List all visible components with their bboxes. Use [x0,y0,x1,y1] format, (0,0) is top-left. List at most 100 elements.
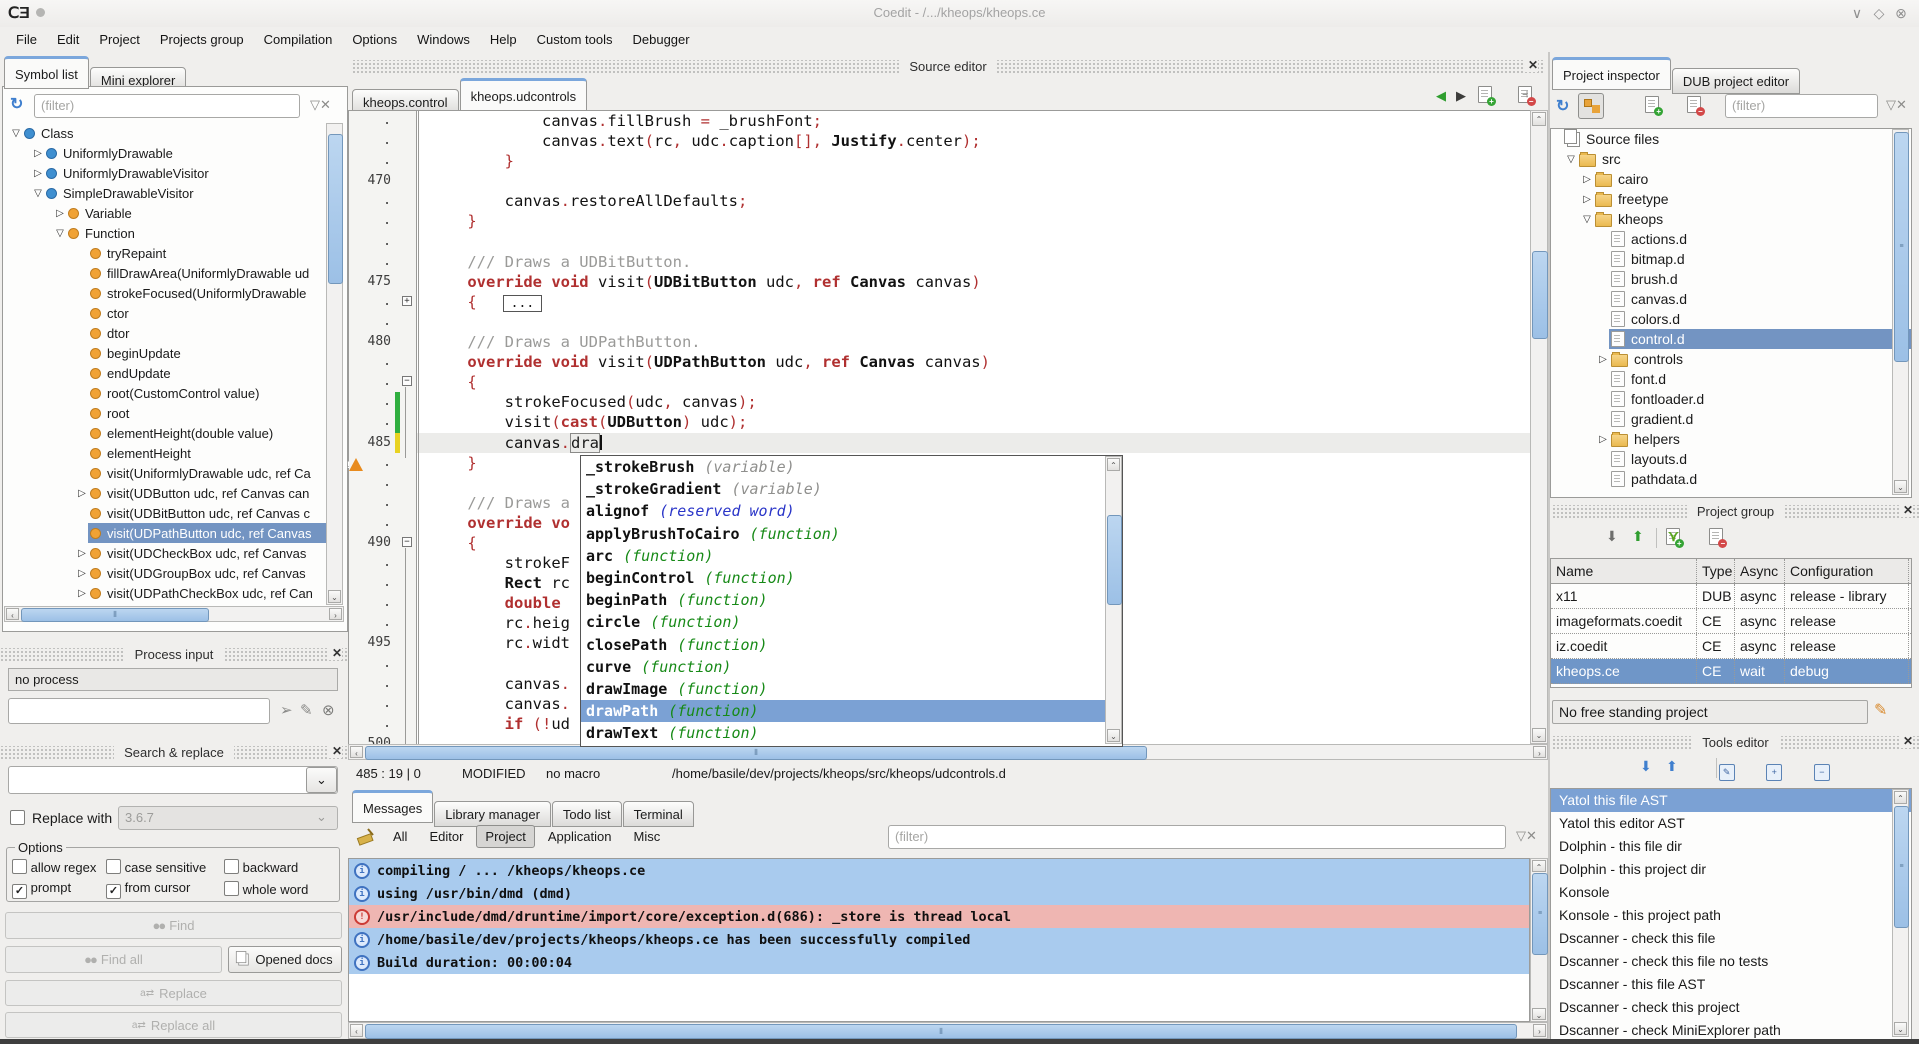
symbol-item-visit-udbutton-udc-ref-canvas-can[interactable]: ▷visit(UDButton udc, ref Canvas can [4,483,326,503]
code-line-r7[interactable]: . /// Draws a UDBitButton. [349,252,1530,272]
clear-inspector-filter-icon[interactable]: ▽✕ [1886,97,1907,113]
project-row-x11[interactable]: x11DUBasyncrelease - library [1551,584,1911,609]
move-tool-down-icon[interactable]: ⬇ [1640,758,1652,775]
symbol-item-uniformlydrawable[interactable]: ▷UniformlyDrawable [4,143,326,163]
completion-list[interactable]: _strokeBrush(variable)_strokeGradient(va… [581,456,1105,746]
message-info[interactable]: iusing /usr/bin/dmd (dmd) [349,882,1529,905]
symbol-item-root-customcontrol-value[interactable]: root(CustomControl value) [4,383,326,403]
close-process-panel-icon[interactable]: ✕ [328,646,342,660]
column-async[interactable]: Async [1735,559,1785,583]
fold-collapse-icon[interactable]: − [402,376,412,386]
code-line-r1[interactable]: . canvas.text(rc, udc.caption[], Justify… [349,131,1530,151]
menu-compilation[interactable]: Compilation [254,29,343,50]
expand-icon[interactable]: ▷ [1597,434,1609,445]
menu-help[interactable]: Help [480,29,527,50]
message-info[interactable]: icompiling / ... /kheops/kheops.ce [349,859,1529,882]
checkbox-from-cursor[interactable]: ✓ [106,884,121,899]
completion-item-circle[interactable]: circle(function) [581,611,1105,633]
code-line-480[interactable]: 480 /// Draws a UDPathButton. [349,332,1530,352]
close-search-panel-icon[interactable]: ✕ [328,744,342,758]
symbol-item-visit-udpathbutton-udc-ref-canvas[interactable]: visit(UDPathButton udc, ref Canvas [4,523,326,543]
completion-item-strokegradient[interactable]: _strokeGradient(variable) [581,478,1105,500]
checkbox-case-sensitive[interactable] [106,859,121,874]
code-line-r12[interactable]: . override void visit(UDPathButton udc, … [349,352,1530,372]
remove-project-icon[interactable]: − [1709,528,1723,545]
column-name[interactable]: Name [1551,559,1697,583]
tab-todo-list[interactable]: Todo list [552,801,622,827]
file-item-controls[interactable]: ▷controls [1551,349,1911,369]
symbol-item-class[interactable]: ▽Class [4,123,326,143]
expand-icon[interactable]: ▷ [76,568,88,579]
expand-icon[interactable]: ▽ [54,228,66,239]
fold-expand-icon[interactable]: + [402,296,412,306]
file-item-freetype[interactable]: ▷freetype [1551,189,1911,209]
send-input-pencil-icon[interactable]: ✎ [300,701,313,719]
clear-message-filter-icon[interactable]: ▽✕ [1516,828,1537,844]
file-item-cairo[interactable]: ▷cairo [1551,169,1911,189]
edit-free-standing-icon[interactable]: ✎ [1874,700,1887,720]
maximize-icon[interactable]: ◇ [1869,5,1889,22]
move-tool-up-icon[interactable]: ⬆ [1666,758,1678,775]
code-line-r5[interactable]: . } [349,211,1530,231]
code-line-r4[interactable]: . canvas.restoreAllDefaults; [349,191,1530,211]
symbol-item-visit-udgroupbox-udc-ref-canvas[interactable]: ▷visit(UDGroupBox udc, ref Canvas [4,563,326,583]
project-row-imageformats-coedit[interactable]: imageformats.coeditCEasyncrelease [1551,609,1911,634]
replace-button[interactable]: a⇄Replace [5,980,342,1006]
checkbox-backward[interactable] [224,859,239,874]
symbol-item-visit-udpathcheckbox-udc-ref-can[interactable]: ▷visit(UDPathCheckBox udc, ref Can [4,583,326,603]
symbol-hscrollbar[interactable]: ‹ › ⦀ [4,606,344,622]
tool-yatol-this-editor-ast[interactable]: Yatol this editor AST [1551,812,1911,835]
completion-item-beginpath[interactable]: beginPath(function) [581,589,1105,611]
checkbox-allow-regex[interactable] [12,859,27,874]
file-item-kheops[interactable]: ▽kheops [1551,209,1911,229]
menu-options[interactable]: Options [342,29,407,50]
tool-dscanner-check-miniexplorer-path[interactable]: Dscanner - check MiniExplorer path [1551,1019,1911,1040]
completion-item-applybrushtocairo[interactable]: applyBrushToCairo(function) [581,523,1105,545]
column-configuration[interactable]: Configuration [1785,559,1909,583]
symbol-item-ctor[interactable]: ctor [4,303,326,323]
file-item-helpers[interactable]: ▷helpers [1551,429,1911,449]
file-item-bitmap-d[interactable]: bitmap.d [1551,249,1911,269]
symbol-item-visit-udbitbutton-udc-ref-canvas-c[interactable]: visit(UDBitButton udc, ref Canvas c [4,503,326,523]
symbol-item-elementheight[interactable]: elementHeight [4,443,326,463]
tab-symbol-list[interactable]: Symbol list [4,56,89,89]
menu-custom-tools[interactable]: Custom tools [527,29,623,50]
expand-icon[interactable]: ▷ [76,548,88,559]
code-line-r10[interactable]: . [349,312,1530,332]
edit-tool-icon[interactable]: ✎ [1719,764,1735,781]
move-project-down-icon[interactable]: ⬇ [1606,528,1618,545]
filter-editor[interactable]: Editor [420,825,472,848]
table-header[interactable]: NameTypeAsyncConfiguration [1551,559,1911,584]
symbol-item-elementheight-double-value[interactable]: elementHeight(double value) [4,423,326,443]
search-input[interactable] [8,766,338,794]
menu-file[interactable]: File [6,29,47,50]
minimize-icon[interactable]: ∨ [1847,5,1867,22]
refresh-symbols-icon[interactable]: ↻ [10,94,23,114]
symbol-item-visit[interactable]: ▷visit( [4,603,326,605]
file-item-fontloader-d[interactable]: fontloader.d [1551,389,1911,409]
inspector-filter-input[interactable]: (filter) [1725,94,1878,118]
tab-library-manager[interactable]: Library manager [434,801,551,827]
symbol-filter-input[interactable]: (filter) [34,94,300,118]
tool-konsole[interactable]: Konsole [1551,881,1911,904]
add-tool-icon[interactable]: + [1766,764,1782,781]
close-editor-panel-icon[interactable]: ✕ [1524,58,1538,72]
menu-project[interactable]: Project [89,29,149,50]
expand-icon[interactable]: ▷ [32,168,44,179]
messages-hscrollbar[interactable]: ‹ › ⦀ [348,1022,1548,1039]
symbol-item-root[interactable]: root [4,403,326,423]
checkbox-whole-word[interactable] [224,881,239,896]
move-project-up-icon[interactable]: ⬆ [1632,528,1644,545]
column-type[interactable]: Type [1697,559,1735,583]
symbol-item-visit-udcheckbox-udc-ref-canvas[interactable]: ▷visit(UDCheckBox udc, ref Canvas [4,543,326,563]
symbol-item-beginupdate[interactable]: beginUpdate [4,343,326,363]
expand-icon[interactable]: ▷ [76,488,88,499]
project-row-iz-coedit[interactable]: iz.coeditCEasyncrelease [1551,634,1911,659]
symbol-item-variable[interactable]: ▷Variable [4,203,326,223]
tree-view-toggle[interactable] [1578,93,1604,119]
symbol-item-visit-uniformlydrawable-udc-ref-ca[interactable]: visit(UniformlyDrawable udc, ref Ca [4,463,326,483]
file-item-src[interactable]: ▽src [1551,149,1911,169]
completion-item-alignof[interactable]: alignof(reserved word) [581,500,1105,522]
symbol-vscrollbar[interactable]: ⌄ [326,123,343,605]
completion-item-curve[interactable]: curve(function) [581,656,1105,678]
